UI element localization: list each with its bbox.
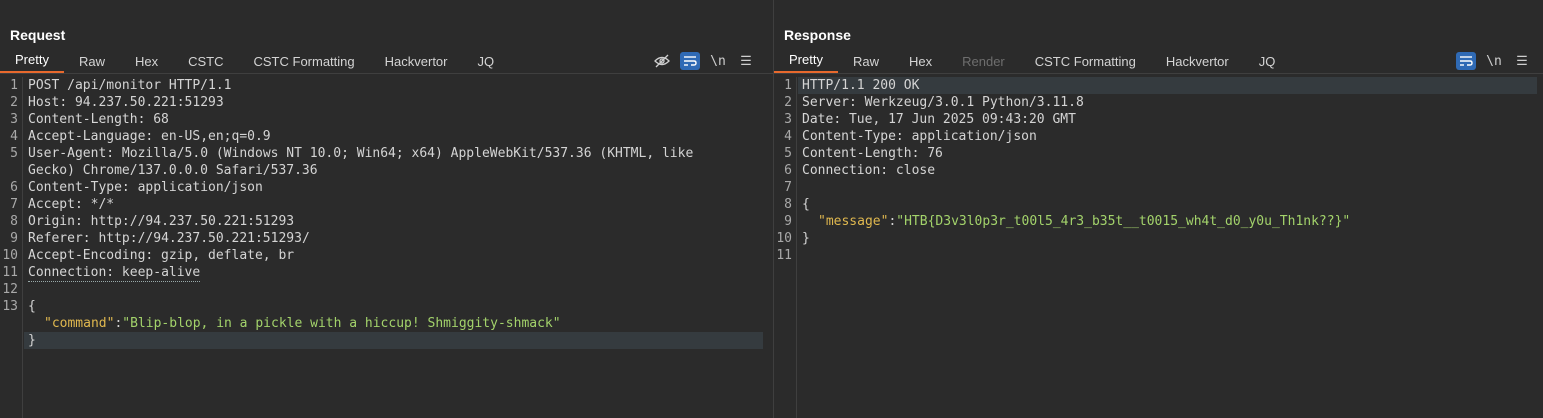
response-tab-hackvertor[interactable]: Hackvertor [1151,51,1244,73]
editor-line: 7 Accept: */* [10,197,115,212]
editor-line: 4 Content-Type: application/json [784,129,1037,144]
show-newlines-icon[interactable]: \n [1484,52,1504,70]
editor-line: 5 User-Agent: Mozilla/5.0 (Windows NT 10.… [10,146,702,178]
wrap-lines-icon[interactable] [680,52,700,70]
response-tab-pretty[interactable]: Pretty [774,51,838,73]
request-editor[interactable]: 1 POST /api/monitor HTTP/1.1 2 Host: 94.23… [0,77,773,418]
menu-icon[interactable]: ☰ [736,52,756,70]
editor-line: 11 Connection: keep-alive [2,265,201,282]
editor-line: 1 POST /api/monitor HTTP/1.1 [10,78,232,93]
menu-icon[interactable]: ☰ [1512,52,1532,70]
response-toolbar: \n ☰ [1456,52,1532,70]
hide-eye-icon[interactable] [652,52,672,70]
editor-line: 8 Origin: http://94.237.50.221:51293 [10,214,295,229]
response-editor[interactable]: 1 HTTP/1.1 200 OK 2 Server: Werkzeug/3.0.1… [774,77,1543,418]
editor-line: 11 [776,248,792,263]
editor-line: 6 Content-Type: application/json [10,180,263,195]
request-tab-cstc[interactable]: CSTC [173,51,238,73]
response-tab-hex[interactable]: Hex [894,51,947,73]
editor-line: 4 Accept-Language: en-US,en;q=0.9 [10,129,271,144]
editor-line: "command":"Blip-blop, in a pickle with a… [44,316,561,331]
editor-line: 9 Referer: http://94.237.50.221:51293/ [10,231,310,246]
request-tab-cstc-formatting[interactable]: CSTC Formatting [239,51,370,73]
wrap-lines-icon[interactable] [1456,52,1476,70]
editor-line: 7 [784,180,792,195]
editor-line: 2 Host: 94.237.50.221:51293 [10,95,224,110]
response-tab-raw[interactable]: Raw [838,51,894,73]
response-tabs: Pretty Raw Hex Render CSTC Formatting Ha… [774,52,1543,74]
request-tab-pretty[interactable]: Pretty [0,51,64,73]
editor-line: 10} [776,231,810,246]
editor-line-cursor: } [0,332,773,349]
response-tab-render: Render [962,54,1005,69]
request-tab-hackvertor[interactable]: Hackvertor [370,51,463,73]
editor-line: 2 Server: Werkzeug/3.0.1 Python/3.11.8 [784,95,1084,110]
editor-line-cursor: 1 HTTP/1.1 200 OK [774,77,1543,94]
request-pane: Request Pretty Raw Hex CSTC CSTC Formatt… [0,0,773,418]
response-tab-cstc-formatting[interactable]: CSTC Formatting [1020,51,1151,73]
editor-line: 9 "message":"HTB{D3v3l0p3r_t00l5_4r3_b35t… [784,214,1351,229]
request-toolbar: \n ☰ [652,52,756,70]
show-newlines-icon[interactable]: \n [708,52,728,70]
request-tab-hex[interactable]: Hex [120,51,173,73]
editor-line: 12 [2,282,18,297]
editor-line: 8{ [784,197,810,212]
editor-line: 6 Connection: close [784,163,936,178]
request-tab-jq[interactable]: JQ [463,51,510,73]
request-tab-raw[interactable]: Raw [64,51,120,73]
response-tab-jq[interactable]: JQ [1244,51,1291,73]
editor-line: 3 Content-Length: 68 [10,112,169,127]
response-title: Response [784,27,851,43]
editor-line: 13{ [2,299,36,314]
editor-line: 10 Accept-Encoding: gzip, deflate, br [2,248,295,263]
editor-line: 3 Date: Tue, 17 Jun 2025 09:43:20 GMT [784,112,1076,127]
editor-line: 5 Content-Length: 76 [784,146,943,161]
response-pane: Response Pretty Raw Hex Render CSTC Form… [774,0,1543,418]
request-title: Request [10,27,66,43]
